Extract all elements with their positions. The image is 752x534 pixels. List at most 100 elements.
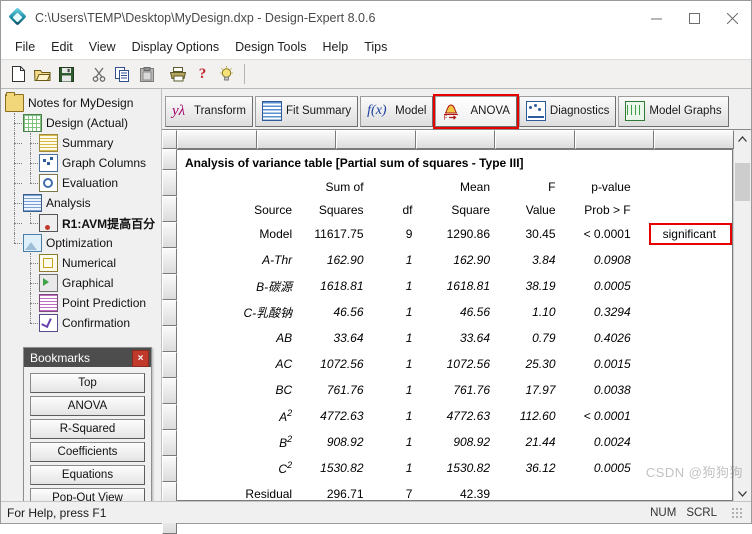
tree-item-numerical[interactable]: Numerical bbox=[1, 253, 161, 273]
tab-fit-summary[interactable]: Fit Summary bbox=[254, 95, 359, 127]
menu-edit[interactable]: Edit bbox=[43, 38, 81, 56]
bookmarks-close-button[interactable]: × bbox=[132, 350, 149, 367]
bookmark-pop-out-view-button[interactable]: Pop-Out View bbox=[30, 488, 145, 501]
cell-mean-square: 33.64 bbox=[459, 331, 491, 345]
row-header[interactable] bbox=[162, 352, 177, 378]
row-header[interactable] bbox=[162, 300, 177, 326]
column-header-3[interactable] bbox=[336, 130, 416, 149]
vertical-scrollbar[interactable] bbox=[733, 149, 751, 501]
tab-transform[interactable]: yλ Transform bbox=[165, 95, 253, 127]
menu-tips[interactable]: Tips bbox=[356, 38, 395, 56]
menu-file[interactable]: File bbox=[7, 38, 43, 56]
bookmark-equations-button[interactable]: Equations bbox=[30, 465, 145, 485]
row-header[interactable] bbox=[162, 404, 177, 430]
cell-note bbox=[637, 299, 732, 325]
tree-item-summary[interactable]: Summary bbox=[1, 133, 161, 153]
tab-model[interactable]: f(x) Model bbox=[360, 95, 434, 127]
row-header[interactable] bbox=[162, 149, 177, 170]
row-header[interactable] bbox=[162, 196, 177, 222]
table-row[interactable]: BC 761.76 1 761.76 17.97 0.0038 bbox=[177, 377, 732, 403]
cell-f-value: 38.19 bbox=[525, 279, 556, 293]
tree-item-point-prediction[interactable]: Point Prediction bbox=[1, 293, 161, 313]
tab-anova[interactable]: F ANOVA bbox=[433, 93, 519, 129]
maximize-button[interactable] bbox=[675, 1, 713, 35]
bookmark-anova-button[interactable]: ANOVA bbox=[30, 396, 145, 416]
cell-f-value: 3.84 bbox=[532, 253, 556, 267]
tree-label: Analysis bbox=[46, 196, 91, 210]
help-icon[interactable]: ? bbox=[191, 63, 214, 86]
column-header-5[interactable] bbox=[495, 130, 575, 149]
menu-display-options[interactable]: Display Options bbox=[124, 38, 228, 56]
paste-icon[interactable] bbox=[135, 63, 158, 86]
header-cell: Sum of bbox=[325, 180, 364, 194]
tree-item-design-actual[interactable]: Design (Actual) bbox=[1, 113, 161, 133]
tree-item-graph-columns[interactable]: Graph Columns bbox=[1, 153, 161, 173]
table-row[interactable]: AB 33.64 1 33.64 0.79 0.4026 bbox=[177, 325, 732, 351]
row-header[interactable] bbox=[162, 378, 177, 404]
bookmark-top-button[interactable]: Top bbox=[30, 373, 145, 393]
print-icon[interactable] bbox=[167, 63, 190, 86]
tip-bulb-icon[interactable] bbox=[215, 63, 238, 86]
scroll-down-arrow-icon[interactable] bbox=[735, 485, 750, 501]
header-cell: p-value bbox=[591, 180, 631, 194]
cell-df: 1 bbox=[405, 409, 413, 423]
table-row[interactable]: B2 908.92 1 908.92 21.44 0.0024 bbox=[177, 429, 732, 455]
close-button[interactable] bbox=[713, 1, 751, 35]
table-row[interactable]: Residual 296.71 7 42.39 bbox=[177, 481, 732, 500]
fx-icon: f(x) bbox=[367, 103, 387, 118]
tree-item-evaluation[interactable]: Evaluation bbox=[1, 173, 161, 193]
copy-icon[interactable] bbox=[111, 63, 134, 86]
tree-item-graphical[interactable]: Graphical bbox=[1, 273, 161, 293]
header-cell: Value bbox=[525, 202, 556, 217]
menu-view[interactable]: View bbox=[81, 38, 124, 56]
resize-grip-icon[interactable] bbox=[731, 506, 743, 519]
column-header-2[interactable] bbox=[256, 130, 337, 149]
tree-item-r1-response[interactable]: R1:AVM提高百分 bbox=[1, 213, 161, 233]
row-header[interactable] bbox=[162, 274, 177, 300]
column-header-1[interactable] bbox=[177, 130, 257, 149]
tab-model-graphs[interactable]: Model Graphs bbox=[618, 95, 729, 127]
tab-diagnostics[interactable]: Diagnostics bbox=[518, 95, 617, 127]
row-header[interactable] bbox=[162, 222, 177, 248]
cell-df: 1 bbox=[405, 461, 413, 475]
row-header[interactable] bbox=[162, 430, 177, 456]
column-header-4[interactable] bbox=[415, 130, 496, 149]
cell-df: 1 bbox=[405, 305, 413, 319]
row-header[interactable] bbox=[162, 456, 177, 482]
design-expert-icon bbox=[8, 7, 27, 27]
row-header[interactable] bbox=[162, 248, 177, 274]
minimize-button[interactable] bbox=[637, 1, 675, 35]
table-row[interactable]: B-碳源 1618.81 1 1618.81 38.19 0.0005 bbox=[177, 273, 732, 299]
table-row[interactable]: A-Thr 162.90 1 162.90 3.84 0.0908 bbox=[177, 247, 732, 273]
tree-item-optimization[interactable]: Optimization bbox=[1, 233, 161, 253]
row-header[interactable] bbox=[162, 326, 177, 352]
scroll-up-arrow-icon[interactable] bbox=[734, 130, 752, 149]
table-row[interactable]: C2 1530.82 1 1530.82 36.12 0.0005 bbox=[177, 455, 732, 481]
column-header-7[interactable] bbox=[654, 130, 735, 149]
menu-design-tools[interactable]: Design Tools bbox=[227, 38, 314, 56]
cell-sum-of-squares: 33.64 bbox=[333, 331, 364, 345]
table-row[interactable]: A2 4772.63 1 4772.63 112.60 < 0.0001 bbox=[177, 403, 732, 429]
bookmark-coefficients-button[interactable]: Coefficients bbox=[30, 442, 145, 462]
scrollbar-thumb[interactable] bbox=[735, 163, 750, 201]
menu-help[interactable]: Help bbox=[314, 38, 356, 56]
significance-badge: significant bbox=[648, 223, 732, 245]
row-header[interactable] bbox=[162, 170, 177, 196]
tree-item-confirmation[interactable]: Confirmation bbox=[1, 313, 161, 333]
cell-mean-square: 4772.63 bbox=[446, 409, 491, 423]
cut-icon[interactable] bbox=[87, 63, 110, 86]
sheet-corner-button[interactable] bbox=[162, 130, 177, 149]
column-header-6[interactable] bbox=[574, 130, 655, 149]
table-row[interactable]: C-乳酸钠 46.56 1 46.56 1.10 0.3294 bbox=[177, 299, 732, 325]
table-row[interactable]: Model 11617.75 9 1290.86 30.45 < 0.0001 signif… bbox=[177, 221, 732, 247]
new-file-icon[interactable] bbox=[7, 63, 30, 86]
tree-item-analysis[interactable]: Analysis bbox=[1, 193, 161, 213]
open-folder-icon[interactable] bbox=[31, 63, 54, 86]
save-icon[interactable] bbox=[55, 63, 78, 86]
table-header-row-2: Source Squares df Square Value Prob > F bbox=[177, 198, 732, 221]
bookmark-r-squared-button[interactable]: R-Squared bbox=[30, 419, 145, 439]
table-row[interactable]: AC 1072.56 1 1072.56 25.30 0.0015 bbox=[177, 351, 732, 377]
header-cell: Source bbox=[254, 202, 293, 217]
cell-df: 1 bbox=[405, 435, 413, 449]
tree-item-notes[interactable]: Notes for MyDesign bbox=[1, 92, 161, 113]
